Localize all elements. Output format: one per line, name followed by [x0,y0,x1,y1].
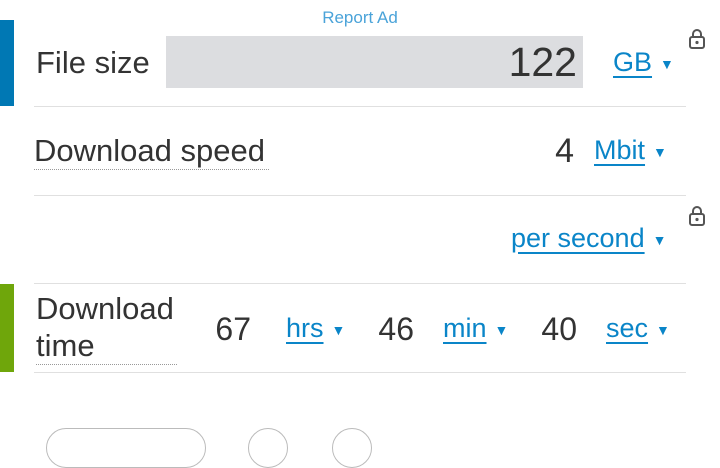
download-speed-unit-label: Mbit [594,135,646,165]
report-ad-link[interactable]: Report Ad [300,8,420,28]
action-button[interactable] [46,428,206,468]
file-size-input[interactable]: 122 [166,36,583,88]
chevron-down-icon: ▼ [653,143,667,160]
minutes-unit-dropdown[interactable]: min ▼ [443,311,508,347]
row-divider [34,283,686,284]
download-time-label-line2: time [36,328,95,363]
hours-unit-label: hrs [286,313,324,343]
file-size-unit-dropdown[interactable]: GB ▼ [613,45,674,81]
seconds-unit-dropdown[interactable]: sec ▼ [606,311,670,347]
download-speed-value[interactable]: 4 [520,131,574,171]
download-speed-label: Download speed [34,132,269,170]
per-unit-label: per second [511,223,645,253]
chevron-down-icon: ▼ [652,231,667,248]
round-button[interactable] [332,428,372,468]
file-size-accent-bar [0,20,14,106]
minutes-unit-label: min [443,313,487,343]
download-time-accent-bar [0,284,14,372]
chevron-down-icon: ▼ [660,55,674,72]
lock-icon[interactable] [688,28,706,50]
row-divider [34,372,686,373]
row-divider [34,106,686,107]
file-size-unit-label: GB [613,47,653,77]
round-button[interactable] [248,428,288,468]
lock-icon[interactable] [688,205,706,227]
download-time-label: Download time [36,290,177,365]
chevron-down-icon: ▼ [494,321,509,338]
hours-value[interactable]: 67 [196,309,251,349]
download-time-label-line1: Download [36,291,174,326]
chevron-down-icon: ▼ [656,321,670,338]
hours-unit-dropdown[interactable]: hrs ▼ [286,311,345,347]
minutes-value[interactable]: 46 [360,309,414,349]
chevron-down-icon: ▼ [331,321,346,338]
download-speed-unit-dropdown[interactable]: Mbit ▼ [594,133,667,169]
seconds-value[interactable]: 40 [523,309,577,349]
seconds-unit-label: sec [606,313,649,343]
per-unit-dropdown[interactable]: per second ▼ [511,221,666,257]
row-divider [34,195,686,196]
file-size-label: File size [36,45,150,80]
